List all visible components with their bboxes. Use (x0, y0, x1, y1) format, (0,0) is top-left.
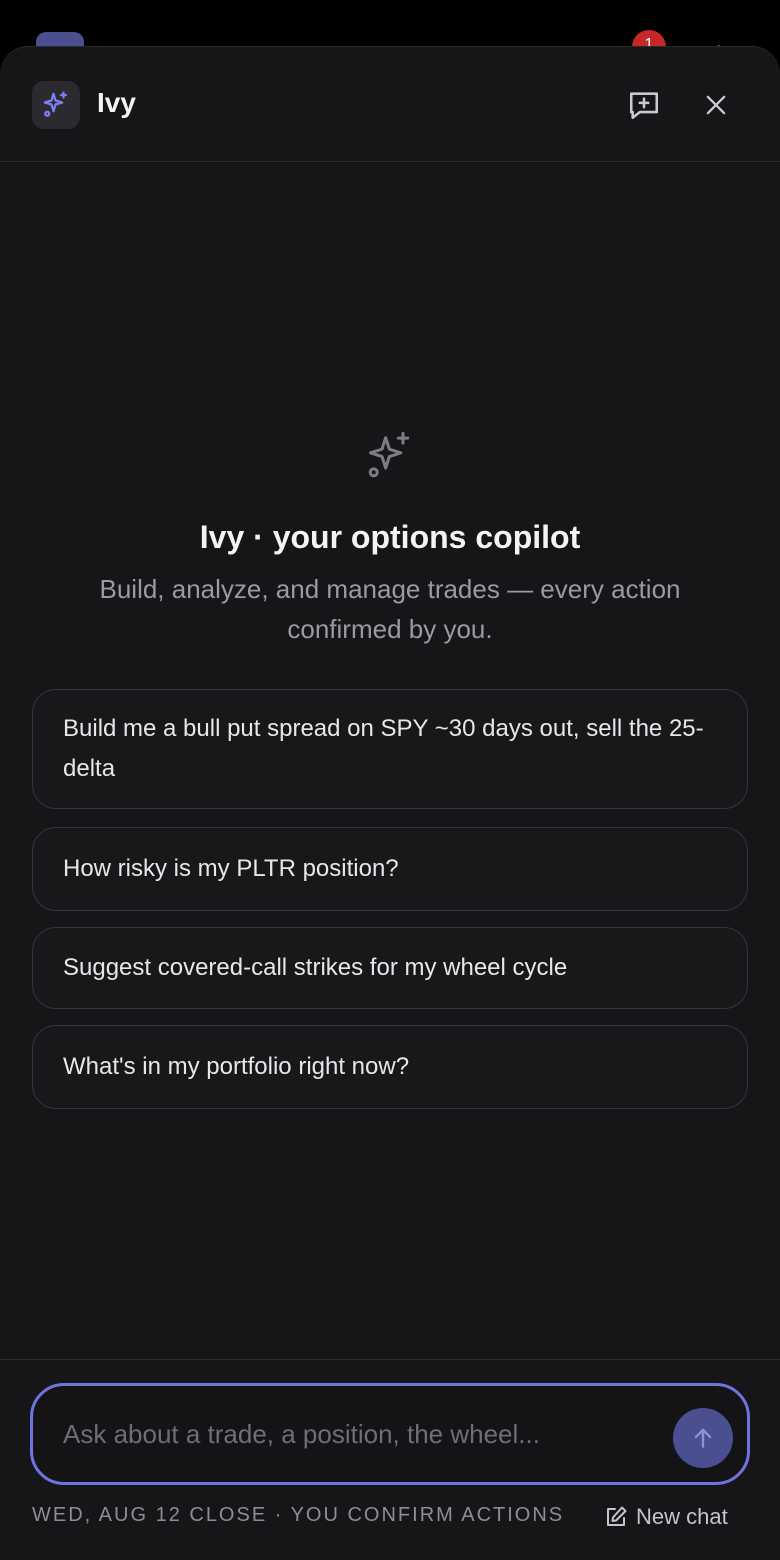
sparkles-icon (368, 431, 410, 478)
hero-title: Ivy · your options copilot (199, 519, 581, 555)
app-name: Ivy (97, 87, 136, 118)
suggestion-chip[interactable]: What's in my portfolio right now? (32, 1025, 748, 1109)
send-button[interactable] (673, 1408, 733, 1468)
suggestion-label: Build me a bull put spread on SPY ~30 da… (63, 715, 704, 782)
footer-note: WED, AUG 12 CLOSE · YOU CONFIRM ACTIONS (32, 1504, 565, 1526)
new-chat-link[interactable]: New chat (604, 1499, 728, 1535)
suggestion-chip[interactable]: How risky is my PLTR position? (32, 827, 748, 911)
hero-subtitle: Build, analyze, and manage trades — ever… (99, 574, 681, 644)
message-composer (30, 1383, 750, 1485)
edit-icon (607, 1506, 627, 1526)
message-plus-icon (629, 92, 659, 120)
arrow-up-icon (694, 1428, 712, 1448)
new-chat-button[interactable] (624, 85, 664, 125)
suggestion-chip[interactable]: Build me a bull put spread on SPY ~30 da… (32, 689, 748, 809)
message-input[interactable] (63, 1412, 653, 1456)
suggestion-label: Suggest covered-call strikes for my whee… (63, 954, 568, 981)
close-button[interactable] (696, 85, 736, 125)
assistant-panel: Ivy Ivy · your options copilot Build, an… (0, 46, 780, 1560)
suggestion-label: How risky is my PLTR position? (63, 855, 399, 882)
suggestion-chip[interactable]: Suggest covered-call strikes for my whee… (32, 927, 748, 1009)
suggestion-label: What's in my portfolio right now? (63, 1053, 410, 1080)
panel-header: Ivy (0, 47, 780, 162)
new-chat-label: New chat (636, 1504, 728, 1529)
close-icon (706, 95, 726, 115)
ivy-logo (32, 81, 80, 129)
divider (0, 1359, 780, 1360)
sparkles-icon (43, 91, 68, 117)
